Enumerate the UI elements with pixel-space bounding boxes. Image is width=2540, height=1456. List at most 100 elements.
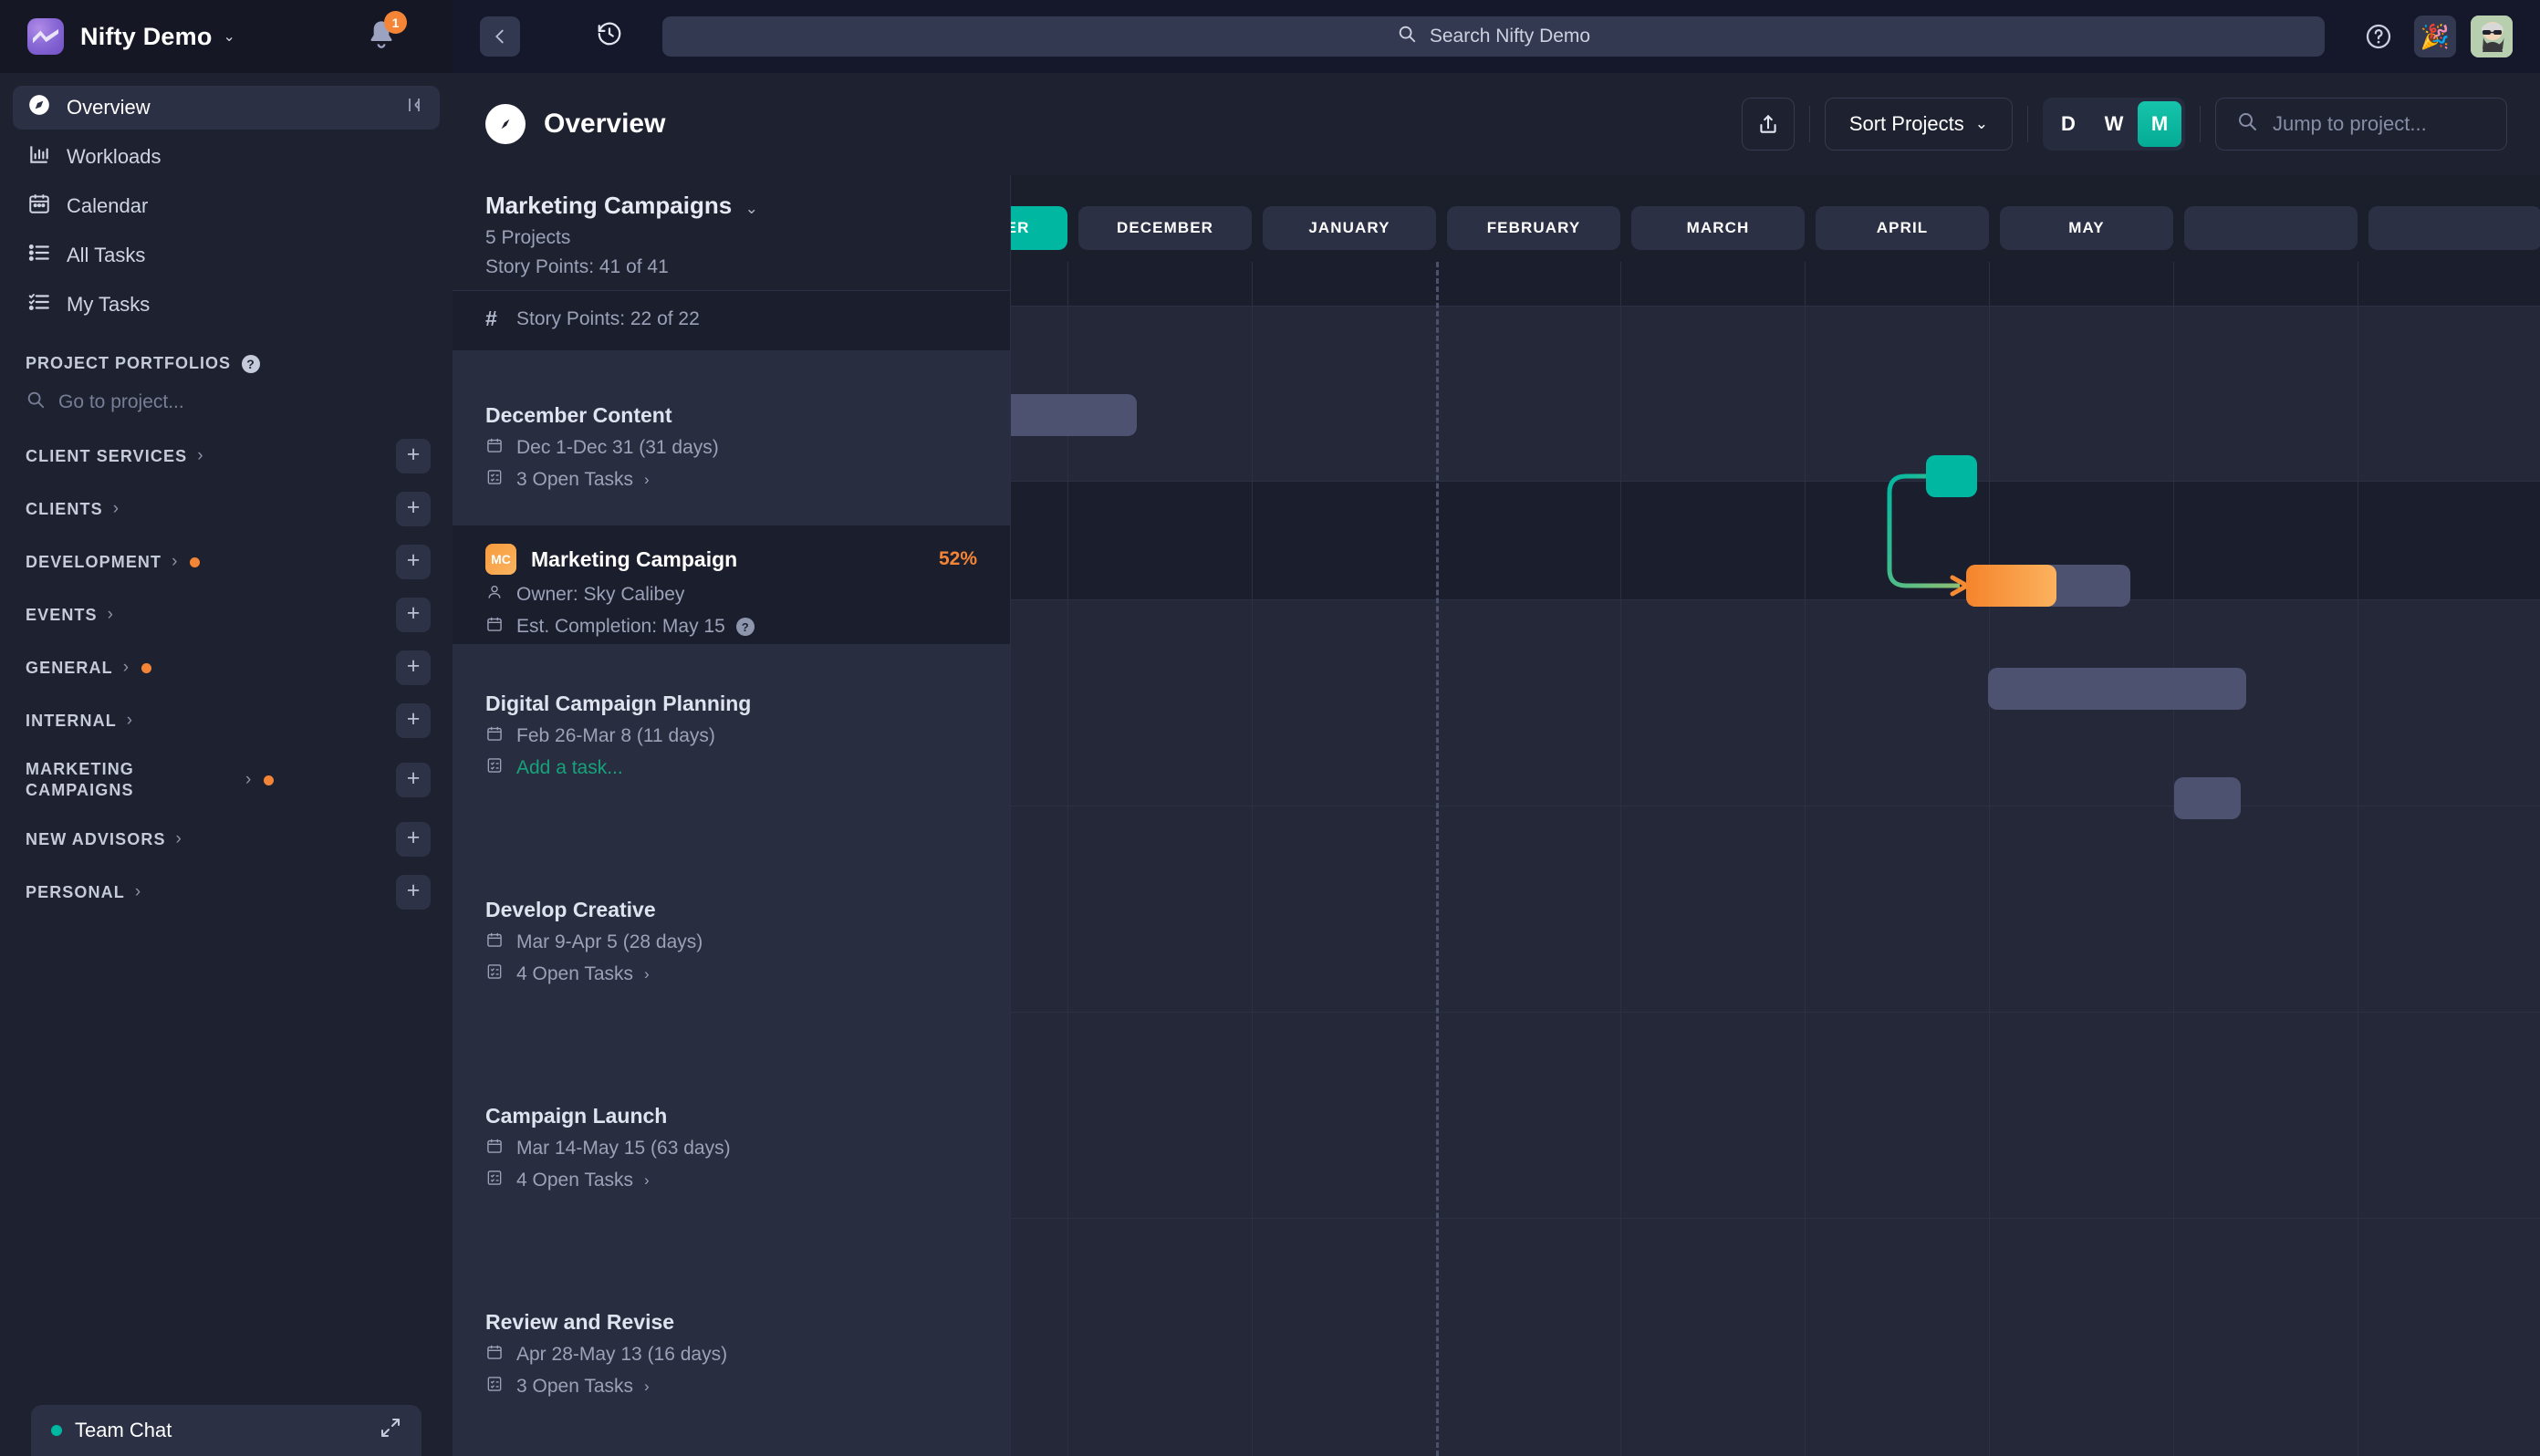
expand-icon[interactable] (380, 1417, 401, 1444)
task-open-tasks[interactable]: 4 Open Tasks › (485, 1169, 977, 1192)
history-button[interactable] (589, 20, 630, 54)
add-project-button[interactable]: + (396, 875, 431, 910)
add-project-button[interactable]: + (396, 650, 431, 685)
table-row[interactable]: Review and Revise Apr 28-May 13 (16 days… (453, 1263, 1010, 1456)
zoom-month-button[interactable]: M (2138, 101, 2181, 147)
gantt-month-chip[interactable]: DECEMBER (1078, 206, 1252, 250)
gantt-month-chip[interactable] (2184, 206, 2358, 250)
gantt-month-chip[interactable]: APRIL (1816, 206, 1989, 250)
gantt-bar-develop-creative[interactable] (1966, 565, 2130, 607)
table-row[interactable]: # Story Points: 22 of 22 (453, 290, 1010, 350)
chevron-right-icon[interactable]: › (127, 711, 132, 731)
portfolio-row-clients[interactable]: CLIENTS › + (0, 483, 453, 536)
jump-to-project-input[interactable]: Jump to project... (2215, 98, 2507, 151)
notification-badge: 1 (384, 11, 407, 34)
add-project-button[interactable]: + (396, 598, 431, 632)
gantt-month-chip[interactable]: FEBRUARY (1447, 206, 1620, 250)
add-project-button[interactable]: + (396, 439, 431, 473)
share-button[interactable] (1742, 98, 1795, 151)
help-button[interactable] (2358, 16, 2399, 57)
gantt-bar-digital-campaign-planning[interactable] (1926, 455, 1977, 497)
portfolio-label: EVENTS (26, 605, 98, 626)
gantt-bar-december-content[interactable] (1011, 394, 1137, 436)
table-row[interactable]: Digital Campaign Planning Feb 26-Mar 8 (… (453, 644, 1010, 850)
chevron-right-icon[interactable]: › (245, 770, 251, 790)
project-title[interactable]: December Content (485, 403, 977, 428)
portfolio-row-development[interactable]: DEVELOPMENT › + (0, 536, 453, 588)
add-project-button[interactable]: + (396, 492, 431, 526)
table-row[interactable]: Develop Creative Mar 9-Apr 5 (28 days) 4… (453, 850, 1010, 1056)
add-project-button[interactable]: + (396, 763, 431, 797)
gantt-month-chip[interactable]: JANUARY (1263, 206, 1436, 250)
portfolio-row-events[interactable]: EVENTS › + (0, 588, 453, 641)
gantt-month-chip[interactable]: MAY (2000, 206, 2173, 250)
table-row[interactable]: December Content Dec 1-Dec 31 (31 days) … (453, 350, 1010, 525)
zoom-week-button[interactable]: W (2092, 101, 2136, 147)
sidebar-item-all-tasks[interactable]: All Tasks (13, 234, 440, 277)
portfolio-row-client-services[interactable]: CLIENT SERVICES › + (0, 430, 453, 483)
gantt-month-chip[interactable]: NOVEMBER (1011, 206, 1067, 250)
task-title[interactable]: Develop Creative (485, 898, 977, 922)
help-icon[interactable]: ? (736, 618, 755, 636)
chevron-right-icon[interactable]: › (108, 605, 113, 625)
add-project-button[interactable]: + (396, 545, 431, 579)
sidebar-item-workloads[interactable]: Workloads (13, 135, 440, 179)
unread-dot-icon (190, 557, 200, 567)
chevron-right-icon[interactable]: › (644, 471, 650, 489)
portfolio-label: NEW ADVISORS (26, 829, 166, 850)
gantt-month-chip[interactable]: MARCH (1631, 206, 1805, 250)
chevron-right-icon[interactable]: › (644, 1171, 650, 1190)
chevron-right-icon[interactable]: › (123, 658, 129, 678)
project-title[interactable]: Marketing Campaign (531, 547, 737, 572)
sidebar-item-calendar[interactable]: Calendar (13, 184, 440, 228)
gantt-chart[interactable]: NOVEMBER DECEMBER JANUARY FEBRUARY MARCH… (1011, 175, 2540, 1456)
chevron-right-icon[interactable]: › (197, 446, 203, 466)
table-row[interactable]: Campaign Launch Mar 14-May 15 (63 days) … (453, 1056, 1010, 1263)
portfolio-row-personal[interactable]: PERSONAL › + (0, 866, 453, 919)
task-date-range-value: Feb 26-Mar 8 (11 days) (516, 725, 715, 747)
portfolio-row-marketing-campaigns[interactable]: MARKETING CAMPAIGNS › + (0, 747, 453, 813)
back-button[interactable] (480, 16, 520, 57)
global-search-input[interactable]: Search Nifty Demo (662, 16, 2325, 57)
forward-button[interactable] (535, 16, 575, 57)
chevron-right-icon[interactable]: › (176, 829, 182, 849)
task-open-tasks[interactable]: 3 Open Tasks › (485, 1375, 977, 1399)
notifications-button[interactable]: 1 (363, 16, 400, 57)
team-chat-panel[interactable]: Team Chat (31, 1405, 422, 1456)
sidebar-item-my-tasks[interactable]: My Tasks (13, 283, 440, 327)
chevron-right-icon[interactable]: › (113, 499, 119, 519)
portfolio-row-new-advisors[interactable]: NEW ADVISORS › + (0, 813, 453, 866)
chevron-down-icon[interactable]: ⌄ (224, 27, 235, 46)
add-task-link[interactable]: Add a task... (485, 756, 977, 780)
add-project-button[interactable]: + (396, 703, 431, 738)
task-title[interactable]: Digital Campaign Planning (485, 692, 977, 716)
whats-new-button[interactable]: 🎉 (2414, 16, 2456, 57)
chevron-right-icon[interactable]: › (644, 1378, 650, 1396)
add-project-button[interactable]: + (396, 822, 431, 857)
portfolio-row-general[interactable]: GENERAL › + (0, 641, 453, 694)
portfolio-row-internal[interactable]: INTERNAL › + (0, 694, 453, 747)
gantt-bar-campaign-launch[interactable] (1988, 668, 2246, 710)
gantt-month-chip[interactable] (2368, 206, 2540, 250)
project-open-tasks[interactable]: 3 Open Tasks › (485, 468, 977, 492)
chevron-right-icon[interactable]: › (135, 882, 141, 902)
gantt-bar-review-and-revise[interactable] (2174, 777, 2241, 819)
chevron-right-icon[interactable]: › (172, 552, 177, 572)
brand-header[interactable]: Nifty Demo ⌄ 1 (0, 0, 453, 73)
nifty-logo-icon (27, 18, 64, 55)
zoom-day-button[interactable]: D (2046, 101, 2090, 147)
sort-projects-button[interactable]: Sort Projects ⌄ (1825, 98, 2013, 151)
avatar[interactable] (2471, 16, 2513, 57)
sidebar-item-overview[interactable]: Overview (13, 86, 440, 130)
task-title[interactable]: Review and Revise (485, 1310, 977, 1335)
collapse-panel-icon[interactable] (403, 94, 425, 122)
task-title[interactable]: Campaign Launch (485, 1104, 977, 1128)
table-row[interactable]: MC Marketing Campaign 52% Owner: Sky Cal… (453, 525, 1010, 644)
chevron-right-icon[interactable]: › (644, 965, 650, 983)
help-icon[interactable]: ? (242, 355, 260, 373)
chevron-down-icon[interactable]: ⌄ (745, 200, 758, 217)
task-open-tasks[interactable]: 4 Open Tasks › (485, 962, 977, 986)
portfolio-summary-card[interactable]: Marketing Campaigns ⌄ 5 Projects Story P… (453, 175, 1010, 290)
go-to-project-input[interactable]: Go to project... (26, 388, 427, 417)
search-icon (2236, 110, 2258, 138)
